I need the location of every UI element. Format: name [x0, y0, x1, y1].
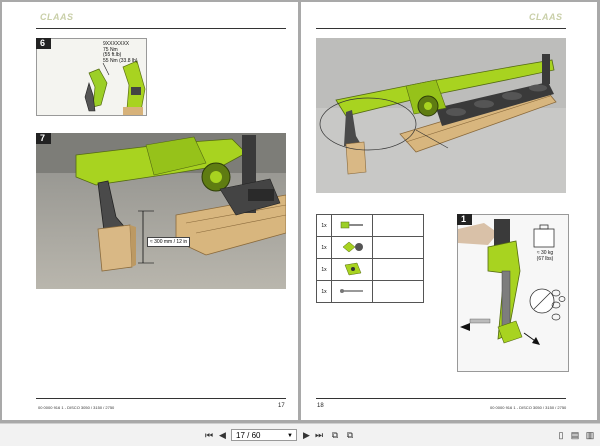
- parts-note: [372, 214, 424, 237]
- figure-7-label: 7: [36, 133, 52, 144]
- footer-doc-number: 00 0000 916 1 - DISCO 3050 / 3150 / 2750: [490, 405, 567, 410]
- continuous-view-icon[interactable]: ▤: [570, 429, 580, 441]
- chevron-down-icon: ▼: [287, 433, 293, 439]
- claas-logo: CLAAS: [40, 12, 74, 22]
- left-page: CLAAS 9XXXXXXX 75 Nm (55 ft.lb) 55 Nm (3…: [2, 2, 298, 420]
- footer-rule: [316, 398, 566, 399]
- parts-qty: 1x: [316, 280, 332, 303]
- figure-1-label: 1: [457, 214, 473, 225]
- page-number: 18: [317, 403, 324, 409]
- viewer-toolbar: ⏮ ◀ 17 / 60 ▼ ▶ ⏭ ⧉ ⧉ ▯ ▤ ▥: [0, 423, 600, 446]
- bracket-icon: [331, 258, 373, 281]
- last-page-icon[interactable]: ⏭: [314, 429, 324, 441]
- figure-6-photo: 9XXXXXXX 75 Nm (55 ft.lb) 55 Nm (33.8 lb…: [36, 38, 147, 116]
- page-number: 17: [278, 403, 285, 409]
- footer-rule: [36, 398, 286, 399]
- parts-row: 1x: [316, 214, 424, 237]
- page-field-text: 17 / 60: [236, 431, 261, 440]
- two-page-view-icon[interactable]: ▥: [584, 429, 596, 441]
- right-page: CLAAS 1x 1x 1x 1x ≈ 30 kg (67 lbs) 1 18 …: [301, 2, 597, 420]
- parts-qty: 1x: [316, 236, 332, 259]
- previous-page-icon[interactable]: ◀: [218, 429, 227, 441]
- footer-doc-number: 00 0000 916 1 - DISCO 3050 / 3150 / 2750: [38, 405, 115, 410]
- bolt-icon: [331, 214, 373, 237]
- nut-washer-icon: [331, 236, 373, 259]
- parts-row: 1x: [316, 280, 424, 303]
- header-rule: [316, 28, 566, 29]
- parts-row: 1x: [316, 236, 424, 259]
- single-page-view-icon[interactable]: ▯: [556, 429, 566, 441]
- paste-page-icon[interactable]: ⧉: [344, 429, 356, 441]
- figure-1-illustration: [458, 215, 568, 371]
- page-selector[interactable]: 17 / 60 ▼: [231, 429, 297, 441]
- figure-1-photo: ≈ 30 kg (67 lbs): [457, 214, 569, 372]
- copy-page-icon[interactable]: ⧉: [329, 429, 341, 441]
- figure-7-illustration: [36, 133, 286, 289]
- first-page-icon[interactable]: ⏮: [204, 429, 214, 441]
- callout-torque-alt: 55 Nm (33.8 lb): [103, 57, 138, 64]
- assembly-photo: [316, 38, 566, 193]
- figure-6-label: 6: [36, 38, 52, 49]
- pin-icon: [331, 280, 373, 303]
- parts-qty: 1x: [316, 214, 332, 237]
- weight-imperial: (67 lbs): [536, 256, 554, 262]
- parts-note: [372, 236, 424, 259]
- parts-qty: 1x: [316, 258, 332, 281]
- weight-label: ≈ 30 kg (67 lbs): [532, 250, 558, 262]
- next-page-icon[interactable]: ▶: [302, 429, 311, 441]
- parts-note: [372, 258, 424, 281]
- claas-logo: CLAAS: [529, 12, 563, 22]
- parts-table: 1x 1x 1x 1x: [316, 214, 424, 303]
- dimension-label: ≈ 300 mm / 12 in: [147, 237, 191, 247]
- header-rule: [36, 28, 286, 29]
- parts-note: [372, 280, 424, 303]
- figure-7-photo: ≈ 300 mm / 12 in: [36, 133, 286, 289]
- figure-6-callout: 9XXXXXXX 75 Nm (55 ft.lb) 55 Nm (33.8 lb…: [103, 41, 138, 64]
- parts-row: 1x: [316, 258, 424, 281]
- assembly-illustration: [316, 38, 566, 193]
